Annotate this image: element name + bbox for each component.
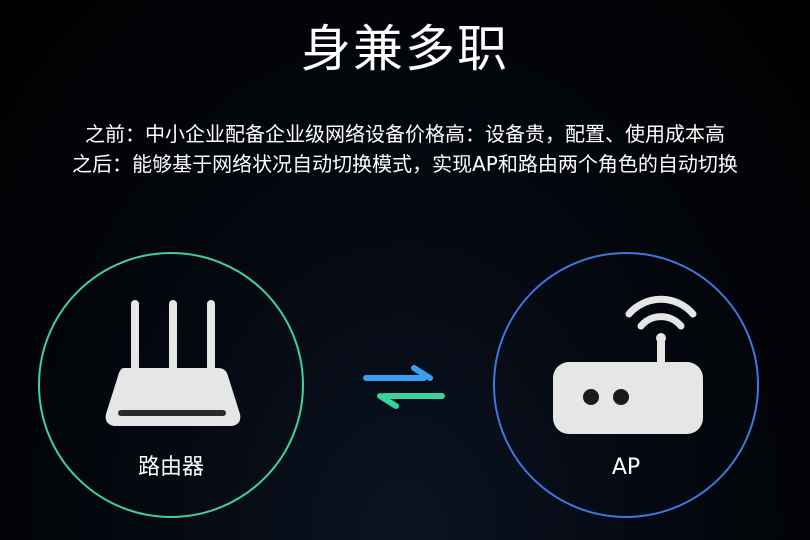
description-after: 之后：能够基于网络状况自动切换模式，实现AP和路由两个角色的自动切换 [72, 152, 738, 176]
page-title: 身兼多职 [301, 20, 509, 78]
swap-arrows-icon [363, 365, 445, 409]
slide: 身兼多职 之前：中小企业配备企业级网络设备价格高：设备贵，配置、使用成本高 之后… [0, 0, 810, 540]
ap-label: AP [611, 455, 641, 480]
router-label: 路由器 [137, 455, 204, 480]
description-before: 之前：中小企业配备企业级网络设备价格高：设备贵，配置、使用成本高 [85, 122, 725, 146]
router-mode-circle: 路由器 [38, 252, 304, 518]
ap-mode-circle: AP [493, 252, 759, 518]
